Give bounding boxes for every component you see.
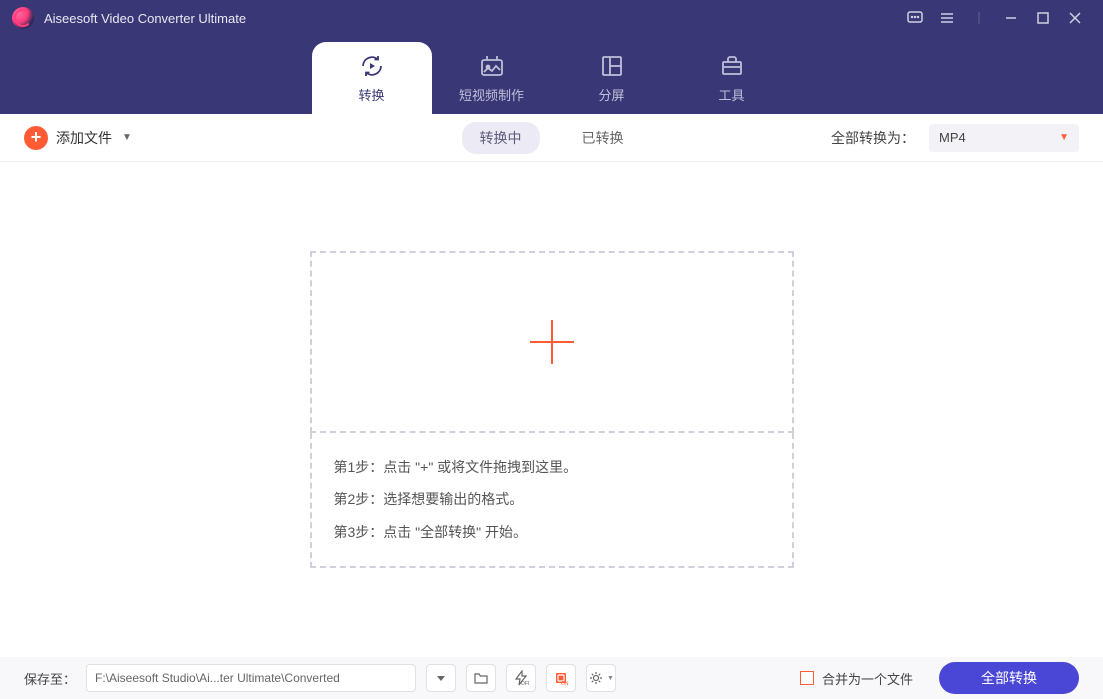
subtab-converted[interactable]: 已转换 — [564, 122, 642, 154]
toolbar: + 添加文件 ▼ 转换中 已转换 全部转换为： MP4 ▼ — [0, 114, 1103, 162]
add-file-label: 添加文件 — [56, 128, 112, 148]
close-button[interactable] — [1059, 2, 1091, 34]
open-folder-button[interactable] — [466, 664, 496, 692]
tab-mv[interactable]: 短视频制作 — [432, 42, 552, 114]
tab-toolbox[interactable]: 工具 — [672, 42, 792, 114]
path-dropdown-button[interactable] — [426, 664, 456, 692]
tab-convert[interactable]: 转换 — [312, 42, 432, 114]
maximize-button[interactable] — [1027, 2, 1059, 34]
chevron-down-icon: ▼ — [1059, 132, 1069, 143]
chevron-down-icon: ▼ — [122, 132, 132, 143]
merge-checkbox[interactable] — [800, 671, 814, 685]
convert-all-button[interactable]: 全部转换 — [939, 662, 1079, 694]
step-3: 第3步：点击 "全部转换" 开始。 — [334, 516, 770, 548]
tab-label: 工具 — [718, 85, 744, 104]
divider-icon — [963, 2, 995, 34]
sub-tabs: 转换中 已转换 — [462, 122, 642, 154]
step-1: 第1步：点击 "+" 或将文件拖拽到这里。 — [334, 451, 770, 483]
save-path-value: F:\Aiseesoft Studio\Ai...ter Ultimate\Co… — [95, 671, 340, 685]
plus-icon: + — [24, 126, 48, 150]
tab-label: 分屏 — [598, 85, 624, 104]
tab-label: 短视频制作 — [459, 85, 524, 104]
menu-icon[interactable] — [931, 2, 963, 34]
feedback-icon[interactable] — [899, 2, 931, 34]
settings-button[interactable]: ▼ — [586, 664, 616, 692]
bottom-bar: 保存至： F:\Aiseesoft Studio\Ai...ter Ultima… — [0, 657, 1103, 699]
format-value: MP4 — [939, 130, 966, 145]
dropzone[interactable]: 第1步：点击 "+" 或将文件拖拽到这里。 第2步：选择想要输出的格式。 第3步… — [310, 251, 794, 568]
app-logo — [12, 7, 34, 29]
tab-label: 转换 — [358, 85, 384, 104]
svg-text:ON: ON — [561, 681, 569, 686]
lightning-off-button[interactable]: OFF — [506, 664, 536, 692]
subtab-converting[interactable]: 转换中 — [462, 122, 540, 154]
drop-area[interactable] — [310, 251, 794, 433]
steps-panel: 第1步：点击 "+" 或将文件拖拽到这里。 第2步：选择想要输出的格式。 第3步… — [310, 433, 794, 568]
content-area: 第1步：点击 "+" 或将文件拖拽到这里。 第2步：选择想要输出的格式。 第3步… — [0, 162, 1103, 657]
convert-all-to-label: 全部转换为： — [831, 128, 915, 148]
add-file-button[interactable]: + 添加文件 ▼ — [24, 126, 132, 150]
minimize-button[interactable] — [995, 2, 1027, 34]
step-2: 第2步：选择想要输出的格式。 — [334, 483, 770, 515]
save-to-label: 保存至： — [24, 669, 76, 688]
tab-collage[interactable]: 分屏 — [552, 42, 672, 114]
gpu-on-button[interactable]: ON — [546, 664, 576, 692]
convert-all-label: 全部转换 — [981, 668, 1037, 688]
title-bar: Aiseesoft Video Converter Ultimate — [0, 0, 1103, 36]
app-title: Aiseesoft Video Converter Ultimate — [44, 11, 246, 26]
add-large-icon — [524, 314, 580, 370]
svg-text:OFF: OFF — [521, 681, 529, 686]
chevron-down-icon: ▼ — [607, 675, 614, 682]
save-path-input[interactable]: F:\Aiseesoft Studio\Ai...ter Ultimate\Co… — [86, 664, 416, 692]
nav-tabs: 转换 短视频制作 分屏 工具 — [0, 36, 1103, 114]
format-select[interactable]: MP4 ▼ — [929, 124, 1079, 152]
merge-label: 合并为一个文件 — [822, 669, 913, 688]
